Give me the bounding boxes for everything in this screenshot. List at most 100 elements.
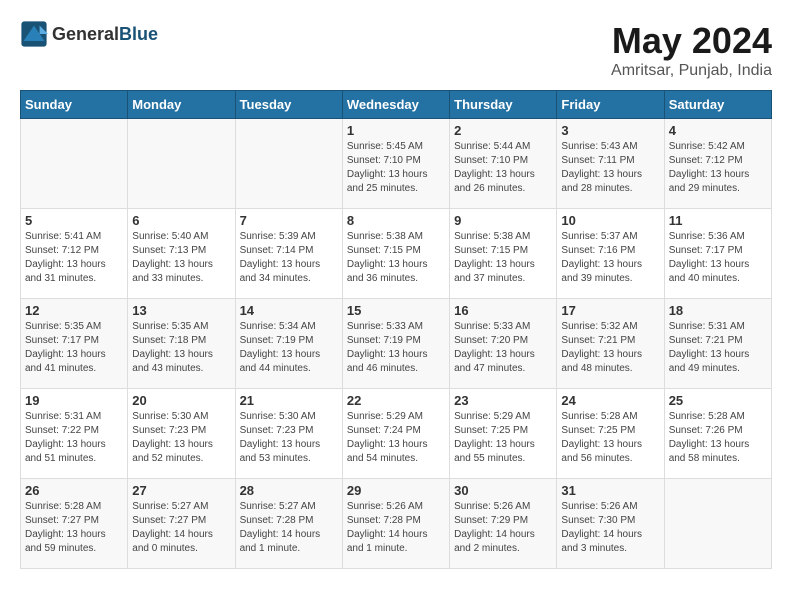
- day-number: 20: [132, 393, 230, 408]
- day-number: 4: [669, 123, 767, 138]
- day-number: 16: [454, 303, 552, 318]
- day-info: Sunrise: 5:33 AM Sunset: 7:19 PM Dayligh…: [347, 320, 445, 376]
- calendar-cell: 10Sunrise: 5:37 AM Sunset: 7:16 PM Dayli…: [557, 209, 664, 299]
- day-number: 15: [347, 303, 445, 318]
- day-number: 27: [132, 483, 230, 498]
- day-number: 17: [561, 303, 659, 318]
- day-number: 3: [561, 123, 659, 138]
- day-info: Sunrise: 5:34 AM Sunset: 7:19 PM Dayligh…: [240, 320, 338, 376]
- week-row-5: 26 Sunrise: 5:28 AM Sunset: 7:27 PM Dayli…: [21, 479, 772, 569]
- day-info: Sunrise: 5:33 AM Sunset: 7:20 PM Dayligh…: [454, 320, 552, 376]
- day-info: Sunrise: 5:28 AM Sunset: 7:25 PM Dayligh…: [561, 410, 659, 466]
- day-info: Sunrise: 5:35 AM Sunset: 7:17 PM Dayligh…: [25, 320, 123, 376]
- day-info: Sunrise: 5:35 AM Sunset: 7:18 PM Dayligh…: [132, 320, 230, 376]
- calendar-cell: 3 Sunrise: 5:43 AM Sunset: 7:11 PM Daylig…: [557, 119, 664, 209]
- day-info: Sunrise: 5:36 AM Sunset: 7:17 PM Dayligh…: [669, 230, 767, 286]
- day-number: 8: [347, 213, 445, 228]
- day-number: 14: [240, 303, 338, 318]
- calendar-cell: 5 Sunrise: 5:41 AM Sunset: 7:12 PM Daylig…: [21, 209, 128, 299]
- calendar-cell: [21, 119, 128, 209]
- day-number: 18: [669, 303, 767, 318]
- day-info: Sunrise: 5:27 AM Sunset: 7:28 PM Dayligh…: [240, 500, 338, 556]
- logo-blue-text: Blue: [119, 24, 158, 44]
- day-info: Sunrise: 5:42 AM Sunset: 7:12 PM Dayligh…: [669, 140, 767, 196]
- calendar-cell: 27Sunrise: 5:27 AM Sunset: 7:27 PM Dayli…: [128, 479, 235, 569]
- week-row-4: 19Sunrise: 5:31 AM Sunset: 7:22 PM Dayli…: [21, 389, 772, 479]
- calendar-cell: 28 Sunrise: 5:27 AM Sunset: 7:28 PM Dayli…: [235, 479, 342, 569]
- day-info: Sunrise: 5:38 AM Sunset: 7:15 PM Dayligh…: [454, 230, 552, 286]
- day-number: 22: [347, 393, 445, 408]
- day-number: 29: [347, 483, 445, 498]
- day-of-week-wednesday: Wednesday: [342, 91, 449, 119]
- day-of-week-tuesday: Tuesday: [235, 91, 342, 119]
- day-of-week-monday: Monday: [128, 91, 235, 119]
- calendar-cell: [664, 479, 771, 569]
- calendar-cell: 20 Sunrise: 5:30 AM Sunset: 7:23 PM Dayli…: [128, 389, 235, 479]
- day-info: Sunrise: 5:30 AM Sunset: 7:23 PM Dayligh…: [132, 410, 230, 466]
- day-number: 7: [240, 213, 338, 228]
- day-number: 2: [454, 123, 552, 138]
- day-info: Sunrise: 5:29 AM Sunset: 7:24 PM Dayligh…: [347, 410, 445, 466]
- day-info: Sunrise: 5:39 AM Sunset: 7:14 PM Dayligh…: [240, 230, 338, 286]
- day-info: Sunrise: 5:26 AM Sunset: 7:30 PM Dayligh…: [561, 500, 659, 556]
- calendar-cell: 26 Sunrise: 5:28 AM Sunset: 7:27 PM Dayli…: [21, 479, 128, 569]
- main-title: May 2024: [611, 20, 772, 62]
- day-number: 25: [669, 393, 767, 408]
- day-number: 31: [561, 483, 659, 498]
- day-of-week-friday: Friday: [557, 91, 664, 119]
- day-info: Sunrise: 5:37 AM Sunset: 7:16 PM Dayligh…: [561, 230, 659, 286]
- day-info: Sunrise: 5:45 AM Sunset: 7:10 PM Dayligh…: [347, 140, 445, 196]
- day-info: Sunrise: 5:38 AM Sunset: 7:15 PM Dayligh…: [347, 230, 445, 286]
- day-info: Sunrise: 5:44 AM Sunset: 7:10 PM Dayligh…: [454, 140, 552, 196]
- calendar-cell: 8 Sunrise: 5:38 AM Sunset: 7:15 PM Daylig…: [342, 209, 449, 299]
- calendar-cell: 15 Sunrise: 5:33 AM Sunset: 7:19 PM Dayli…: [342, 299, 449, 389]
- day-number: 19: [25, 393, 123, 408]
- day-number: 26: [25, 483, 123, 498]
- day-info: Sunrise: 5:30 AM Sunset: 7:23 PM Dayligh…: [240, 410, 338, 466]
- calendar-table: SundayMondayTuesdayWednesdayThursdayFrid…: [20, 90, 772, 569]
- calendar-cell: 17 Sunrise: 5:32 AM Sunset: 7:21 PM Dayli…: [557, 299, 664, 389]
- day-info: Sunrise: 5:26 AM Sunset: 7:29 PM Dayligh…: [454, 500, 552, 556]
- day-info: Sunrise: 5:28 AM Sunset: 7:27 PM Dayligh…: [25, 500, 123, 556]
- calendar-cell: 2 Sunrise: 5:44 AM Sunset: 7:10 PM Daylig…: [450, 119, 557, 209]
- day-info: Sunrise: 5:29 AM Sunset: 7:25 PM Dayligh…: [454, 410, 552, 466]
- calendar-cell: 14 Sunrise: 5:34 AM Sunset: 7:19 PM Dayli…: [235, 299, 342, 389]
- day-number: 5: [25, 213, 123, 228]
- day-number: 30: [454, 483, 552, 498]
- day-number: 28: [240, 483, 338, 498]
- day-number: 6: [132, 213, 230, 228]
- calendar-cell: 21Sunrise: 5:30 AM Sunset: 7:23 PM Dayli…: [235, 389, 342, 479]
- day-info: Sunrise: 5:41 AM Sunset: 7:12 PM Dayligh…: [25, 230, 123, 286]
- header: GeneralBlue May 2024 Amritsar, Punjab, I…: [20, 20, 772, 80]
- day-info: Sunrise: 5:28 AM Sunset: 7:26 PM Dayligh…: [669, 410, 767, 466]
- calendar-cell: 1 Sunrise: 5:45 AM Sunset: 7:10 PM Daylig…: [342, 119, 449, 209]
- day-number: 13: [132, 303, 230, 318]
- day-number: 11: [669, 213, 767, 228]
- day-number: 1: [347, 123, 445, 138]
- calendar-header: SundayMondayTuesdayWednesdayThursdayFrid…: [21, 91, 772, 119]
- calendar-cell: 31 Sunrise: 5:26 AM Sunset: 7:30 PM Dayli…: [557, 479, 664, 569]
- logo: GeneralBlue: [20, 20, 158, 48]
- logo-general-text: General: [52, 24, 119, 44]
- calendar-cell: 12Sunrise: 5:35 AM Sunset: 7:17 PM Dayli…: [21, 299, 128, 389]
- calendar-cell: [235, 119, 342, 209]
- day-info: Sunrise: 5:32 AM Sunset: 7:21 PM Dayligh…: [561, 320, 659, 376]
- day-info: Sunrise: 5:43 AM Sunset: 7:11 PM Dayligh…: [561, 140, 659, 196]
- title-area: May 2024 Amritsar, Punjab, India: [611, 20, 772, 80]
- calendar-cell: 22 Sunrise: 5:29 AM Sunset: 7:24 PM Dayli…: [342, 389, 449, 479]
- logo-icon: [20, 20, 48, 48]
- calendar-cell: 24Sunrise: 5:28 AM Sunset: 7:25 PM Dayli…: [557, 389, 664, 479]
- week-row-2: 5 Sunrise: 5:41 AM Sunset: 7:12 PM Daylig…: [21, 209, 772, 299]
- calendar-cell: 25 Sunrise: 5:28 AM Sunset: 7:26 PM Dayli…: [664, 389, 771, 479]
- calendar-cell: 19Sunrise: 5:31 AM Sunset: 7:22 PM Dayli…: [21, 389, 128, 479]
- calendar-cell: 13 Sunrise: 5:35 AM Sunset: 7:18 PM Dayli…: [128, 299, 235, 389]
- day-of-week-saturday: Saturday: [664, 91, 771, 119]
- calendar-cell: 16 Sunrise: 5:33 AM Sunset: 7:20 PM Dayli…: [450, 299, 557, 389]
- day-number: 23: [454, 393, 552, 408]
- day-number: 9: [454, 213, 552, 228]
- day-info: Sunrise: 5:40 AM Sunset: 7:13 PM Dayligh…: [132, 230, 230, 286]
- calendar-cell: 4 Sunrise: 5:42 AM Sunset: 7:12 PM Daylig…: [664, 119, 771, 209]
- days-of-week-row: SundayMondayTuesdayWednesdayThursdayFrid…: [21, 91, 772, 119]
- calendar-body: 1 Sunrise: 5:45 AM Sunset: 7:10 PM Daylig…: [21, 119, 772, 569]
- day-of-week-sunday: Sunday: [21, 91, 128, 119]
